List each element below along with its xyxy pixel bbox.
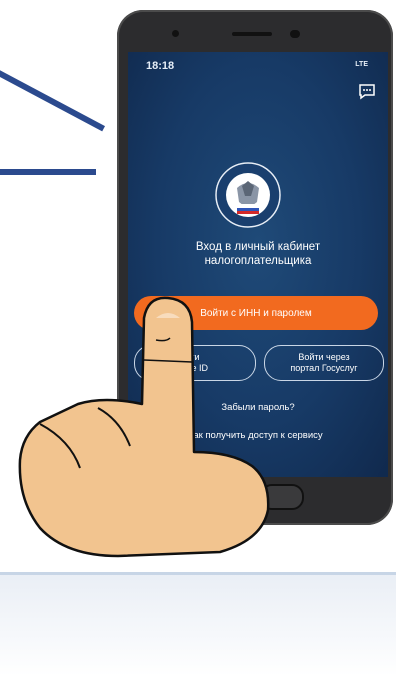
front-camera <box>172 30 179 37</box>
login-gosuslugi-button[interactable]: Войти через портал Госуслуг <box>264 345 384 381</box>
chat-bubble-icon[interactable] <box>358 84 376 100</box>
face-id-label-line2: ace ID <box>181 363 208 373</box>
gosuslugi-label-line2: портал Госуслуг <box>290 363 358 373</box>
gosuslugi-label-line1: Войти через <box>298 352 350 362</box>
fns-emblem-icon <box>215 162 281 228</box>
earpiece-speaker <box>232 32 272 36</box>
decorative-line-diagonal <box>0 60 106 132</box>
status-time: 18:18 <box>146 60 175 72</box>
proximity-sensor <box>290 30 300 38</box>
login-inn-password-button[interactable]: Войти с ИНН и паролем <box>134 296 378 330</box>
login-title-line1: Вход в личный кабинет <box>195 241 321 253</box>
floor-edge <box>0 572 396 575</box>
get-access-link[interactable]: ак получить доступ к сервису <box>128 430 388 441</box>
decorative-line-horizontal <box>0 169 96 175</box>
illustration-scene: 18:18 LTE Вход в личный кабинет налогопл… <box>0 0 396 676</box>
face-id-label-line1: ти <box>190 352 200 362</box>
login-inn-password-label: Войти с ИНН и паролем <box>200 307 312 319</box>
status-network: LTE <box>355 61 368 68</box>
home-button[interactable] <box>260 484 304 510</box>
login-title-line2: налогоплательщика <box>204 255 312 267</box>
app-screen: 18:18 LTE Вход в личный кабинет налогопл… <box>128 52 388 477</box>
forgot-password-link[interactable]: Забыли пароль? <box>128 402 388 413</box>
login-face-id-button[interactable]: ти ace ID <box>134 345 256 381</box>
floor-reflection <box>0 572 396 676</box>
login-title: Вход в личный кабинет налогоплательщика <box>158 240 358 268</box>
